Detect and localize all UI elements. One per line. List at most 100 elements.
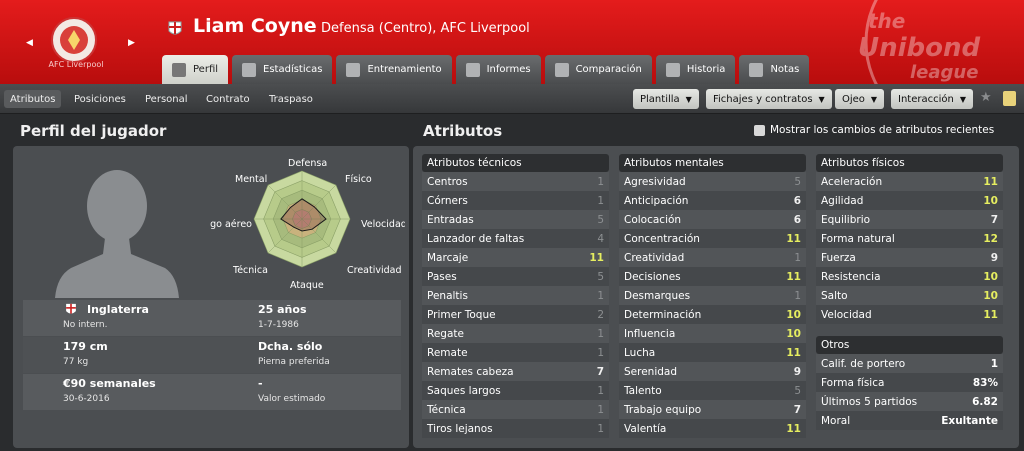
- subnav-atributos[interactable]: Atributos: [4, 90, 62, 108]
- attribute-value: 1: [990, 357, 998, 370]
- radar-label-velocidad: Velocidad: [361, 219, 405, 230]
- ojeo-menu[interactable]: Ojeo ▼: [835, 89, 885, 109]
- attribute-value: Exultante: [941, 414, 998, 427]
- interaccion-menu[interactable]: Interacción ▼: [891, 89, 973, 109]
- age: 25 años: [258, 303, 307, 316]
- subnav-posiciones[interactable]: Posiciones: [68, 90, 132, 108]
- attribute-row[interactable]: Lucha 11: [619, 343, 806, 362]
- attribute-row[interactable]: Primer Toque 2: [422, 305, 609, 324]
- attribute-row[interactable]: Velocidad 11: [816, 305, 1003, 324]
- attribute-row[interactable]: Tiros lejanos 1: [422, 419, 609, 438]
- attribute-name: Trabajo equipo: [624, 403, 702, 416]
- attribute-value: 6: [793, 194, 801, 207]
- history-icon: [665, 62, 680, 77]
- attribute-row[interactable]: Valentía 11: [619, 419, 806, 438]
- attribute-row[interactable]: Remate 1: [422, 343, 609, 362]
- attribute-name: Agresividad: [624, 175, 686, 188]
- subnav-personal[interactable]: Personal: [139, 90, 194, 108]
- estimated-value: -: [258, 377, 263, 390]
- show-changes-checkbox[interactable]: [754, 125, 765, 136]
- attribute-row[interactable]: Pases 5: [422, 267, 609, 286]
- attribute-name: Saques largos: [427, 384, 501, 397]
- international-status: No intern.: [63, 320, 108, 330]
- attribute-name: Entradas: [427, 213, 474, 226]
- attribute-row[interactable]: Agilidad 10: [816, 191, 1003, 210]
- attribute-row[interactable]: Equilibrio 7: [816, 210, 1003, 229]
- club-name: AFC Liverpool: [48, 60, 104, 69]
- attribute-row[interactable]: Penaltis 1: [422, 286, 609, 305]
- height: 179 cm: [63, 340, 108, 353]
- info-row-wage-value: €90 semanales 30-6-2016 - Valor estimado: [23, 374, 401, 410]
- attribute-name: Remate: [427, 346, 468, 359]
- attribute-value: 1: [597, 346, 604, 359]
- attribute-row[interactable]: Calif. de portero 1: [816, 354, 1003, 373]
- attribute-row[interactable]: Técnica 1: [422, 400, 609, 419]
- svg-text:league: league: [910, 62, 978, 83]
- attribute-row[interactable]: Desmarques 1: [619, 286, 806, 305]
- attribute-row[interactable]: Decisiones 11: [619, 267, 806, 286]
- attributes-panel: Atributos técnicos Centros 1 Córners 1 Entra…: [413, 146, 1019, 448]
- attribute-value: 11: [786, 232, 801, 245]
- attribute-row[interactable]: Determinación 10: [619, 305, 806, 324]
- attribute-row[interactable]: Resistencia 10: [816, 267, 1003, 286]
- radar-label-juego-aereo: Juego aéreo: [210, 219, 252, 230]
- attribute-row[interactable]: Remates cabeza 7: [422, 362, 609, 381]
- add-note-icon[interactable]: [1003, 91, 1016, 106]
- technical-attributes-column: Atributos técnicos Centros 1 Córners 1 Entra…: [422, 154, 609, 438]
- tab-entrenamiento[interactable]: Entrenamiento: [336, 55, 452, 84]
- attribute-row[interactable]: Salto 10: [816, 286, 1003, 305]
- attribute-name: Penaltis: [427, 289, 468, 302]
- attribute-value: 11: [983, 308, 998, 321]
- attribute-value: 1: [597, 422, 604, 435]
- attribute-row[interactable]: Creatividad 1: [619, 248, 806, 267]
- attribute-row[interactable]: Trabajo equipo 7: [619, 400, 806, 419]
- attribute-row[interactable]: Entradas 5: [422, 210, 609, 229]
- attribute-name: Calif. de portero: [821, 357, 906, 370]
- info-row-nationality-age: Inglaterra No intern. 25 años 1-7-1986: [23, 300, 401, 336]
- attribute-row[interactable]: Aceleración 11: [816, 172, 1003, 191]
- attribute-row[interactable]: Serenidad 9: [619, 362, 806, 381]
- attribute-row[interactable]: Regate 1: [422, 324, 609, 343]
- attribute-row[interactable]: Colocación 6: [619, 210, 806, 229]
- attribute-value: 1: [597, 327, 604, 340]
- tab-notas[interactable]: Notas: [739, 55, 810, 84]
- attribute-name: Fuerza: [821, 251, 856, 264]
- league-logo: the Unibond league: [858, 0, 981, 84]
- attribute-name: Talento: [624, 384, 662, 397]
- attribute-row[interactable]: Talento 5: [619, 381, 806, 400]
- plantilla-menu[interactable]: Plantilla ▼: [633, 89, 699, 109]
- attribute-value: 7: [793, 403, 801, 416]
- attribute-row[interactable]: Agresividad 5: [619, 172, 806, 191]
- subnav-traspaso[interactable]: Traspaso: [263, 90, 319, 108]
- attribute-row[interactable]: Forma física 83%: [816, 373, 1003, 392]
- attribute-row[interactable]: Fuerza 9: [816, 248, 1003, 267]
- birth-date: 1-7-1986: [258, 320, 299, 330]
- star-icon[interactable]: ★: [980, 90, 992, 105]
- nationality[interactable]: Inglaterra: [63, 302, 212, 318]
- previous-arrow-icon[interactable]: ◀: [26, 38, 33, 48]
- radar-label-fisico: Físico: [345, 174, 372, 185]
- attribute-row[interactable]: Córners 1: [422, 191, 609, 210]
- attribute-row[interactable]: Forma natural 12: [816, 229, 1003, 248]
- attribute-row[interactable]: Lanzador de faltas 4: [422, 229, 609, 248]
- tab-estadisticas[interactable]: Estadísticas: [232, 55, 333, 84]
- attribute-name: Determinación: [624, 308, 702, 321]
- fichajes-menu[interactable]: Fichajes y contratos ▼: [706, 89, 832, 109]
- attribute-row[interactable]: Últimos 5 partidos 6.82: [816, 392, 1003, 411]
- attribute-value: 7: [990, 213, 998, 226]
- next-arrow-icon[interactable]: ▶: [128, 38, 135, 48]
- attribute-row[interactable]: Centros 1: [422, 172, 609, 191]
- attribute-row[interactable]: Marcaje 11: [422, 248, 609, 267]
- subnav-contrato[interactable]: Contrato: [200, 90, 256, 108]
- attribute-row[interactable]: Moral Exultante: [816, 411, 1003, 430]
- tab-historia[interactable]: Historia: [655, 55, 736, 84]
- attribute-row[interactable]: Anticipación 6: [619, 191, 806, 210]
- tab-perfil[interactable]: Perfil: [162, 55, 229, 84]
- tab-comparacion[interactable]: Comparación: [544, 55, 652, 84]
- attribute-value: 5: [597, 213, 604, 226]
- attribute-row[interactable]: Saques largos 1: [422, 381, 609, 400]
- attribute-row[interactable]: Concentración 11: [619, 229, 806, 248]
- attribute-row[interactable]: Influencia 10: [619, 324, 806, 343]
- attribute-value: 10: [786, 327, 801, 340]
- tab-informes[interactable]: Informes: [455, 55, 541, 84]
